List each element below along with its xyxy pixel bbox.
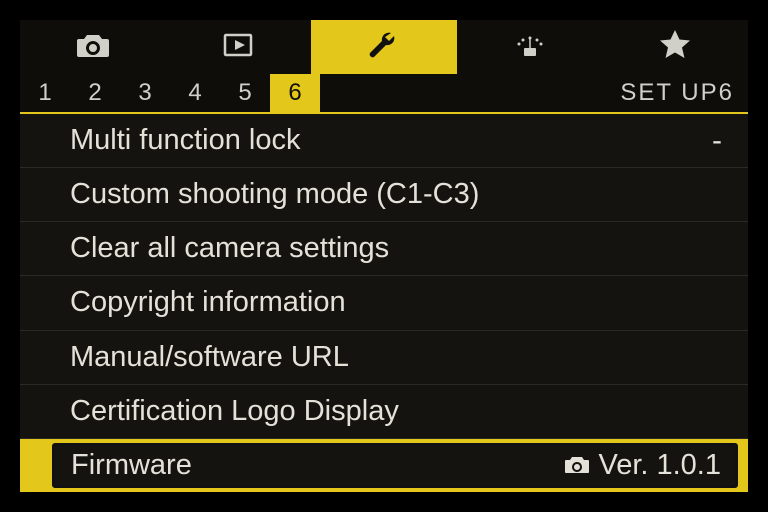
tab-mymenu[interactable] xyxy=(602,20,748,74)
page-1[interactable]: 1 xyxy=(20,74,70,112)
camera-icon xyxy=(73,30,113,65)
menu-item-label: Clear all camera settings xyxy=(70,232,722,265)
tab-setup[interactable] xyxy=(311,20,457,74)
play-icon xyxy=(218,30,258,65)
page-2[interactable]: 2 xyxy=(70,74,120,112)
category-tabbar xyxy=(20,20,748,74)
menu-item-label: Manual/software URL xyxy=(70,341,722,374)
menu-list: Multi function lock - Custom shooting mo… xyxy=(20,114,748,492)
menu-firmware[interactable]: Firmware Ver. 1.0.1 xyxy=(20,439,748,492)
page-5[interactable]: 5 xyxy=(220,74,270,112)
tab-playback[interactable] xyxy=(166,20,312,74)
camera-menu-screen: 1 2 3 4 5 6 SET UP6 Multi function lock … xyxy=(20,20,748,492)
menu-item-label: Certification Logo Display xyxy=(70,395,722,428)
menu-firmware-inner: Firmware Ver. 1.0.1 xyxy=(52,443,738,489)
menu-copyright-information[interactable]: Copyright information xyxy=(20,276,748,330)
network-icon xyxy=(510,30,550,65)
tab-shooting[interactable] xyxy=(20,20,166,74)
page-6[interactable]: 6 xyxy=(270,74,320,112)
star-icon xyxy=(657,28,693,67)
page-numbers: 1 2 3 4 5 6 xyxy=(20,74,320,112)
menu-item-label: Copyright information xyxy=(70,286,722,319)
menu-multi-function-lock[interactable]: Multi function lock - xyxy=(20,114,748,168)
camera-icon xyxy=(562,454,592,476)
section-label: SET UP6 xyxy=(620,74,748,112)
menu-manual-software-url[interactable]: Manual/software URL xyxy=(20,331,748,385)
menu-certification-logo-display[interactable]: Certification Logo Display xyxy=(20,385,748,439)
menu-item-label: Multi function lock xyxy=(70,124,712,157)
wrench-icon xyxy=(364,29,404,66)
tab-network[interactable] xyxy=(457,20,603,74)
menu-clear-all-settings[interactable]: Clear all camera settings xyxy=(20,222,748,276)
menu-custom-shooting-mode[interactable]: Custom shooting mode (C1-C3) xyxy=(20,168,748,222)
menu-item-label: Custom shooting mode (C1-C3) xyxy=(70,178,722,211)
menu-item-label: Firmware xyxy=(71,449,562,482)
menu-item-value: - xyxy=(712,124,722,158)
page-bar: 1 2 3 4 5 6 SET UP6 xyxy=(20,74,748,114)
firmware-version: Ver. 1.0.1 xyxy=(598,449,721,482)
page-3[interactable]: 3 xyxy=(120,74,170,112)
page-4[interactable]: 4 xyxy=(170,74,220,112)
menu-item-value: Ver. 1.0.1 xyxy=(562,449,721,482)
